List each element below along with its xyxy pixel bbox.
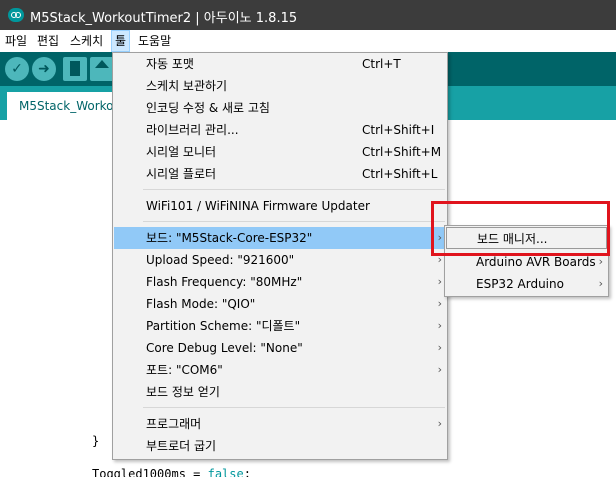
submenu-item-arduino-avr-boards[interactable]: Arduino AVR Boards › [446,251,607,273]
arrow-up-icon [95,60,109,68]
verify-button[interactable]: ✓ [5,57,29,81]
chevron-right-icon: › [437,297,442,310]
chevron-right-icon: › [598,255,603,268]
menu-item-core-debug-level[interactable]: Core Debug Level: "None" › [114,337,446,359]
menu-item-serial-plotter[interactable]: 시리얼 플로터 Ctrl+Shift+L [114,163,446,185]
menu-item-programmer[interactable]: 프로그래머 › [114,413,446,435]
window-title: M5Stack_WorkoutTimer2 | 아두이노 1.8.15 [30,11,298,26]
menu-item-port[interactable]: 포트: "COM6" › [114,359,446,381]
tools-menu: 자동 포맷 Ctrl+T 스케치 보관하기 인코딩 수정 & 새로 고침 라이브러… [112,52,448,460]
menu-file[interactable]: 파일 [2,30,30,52]
menu-help[interactable]: 도움말 [135,30,174,52]
submenu-item-boards-manager[interactable]: 보드 매니저... [446,227,607,249]
chevron-right-icon: › [437,275,442,288]
chevron-right-icon: › [437,231,442,244]
menu-tools[interactable]: 툴 [111,30,131,52]
document-icon [70,61,80,76]
menu-item-flash-mode[interactable]: Flash Mode: "QIO" › [114,293,446,315]
code-text: Toggled1000ms = [92,467,208,477]
chevron-right-icon: › [437,253,442,266]
menu-edit[interactable]: 편집 [34,30,62,52]
menu-item-auto-format[interactable]: 자동 포맷 Ctrl+T [114,53,446,75]
chevron-right-icon: › [437,341,442,354]
title-bar: M5Stack_WorkoutTimer2 | 아두이노 1.8.15 [0,0,616,30]
menu-item-wifi-firmware-updater[interactable]: WiFi101 / WiFiNINA Firmware Updater [114,195,446,217]
board-submenu: 보드 매니저... Arduino AVR Boards › ESP32 Ardu… [444,225,609,297]
code-semicolon: ; [243,467,251,477]
menu-item-board-info[interactable]: 보드 정보 얻기 [114,381,446,403]
chevron-right-icon: › [437,417,442,430]
menu-item-fix-encoding[interactable]: 인코딩 수정 & 새로 고침 [114,97,446,119]
menu-item-manage-libraries[interactable]: 라이브러리 관리... Ctrl+Shift+I [114,119,446,141]
chevron-right-icon: › [437,319,442,332]
menu-item-serial-monitor[interactable]: 시리얼 모니터 Ctrl+Shift+M [114,141,446,163]
chevron-right-icon: › [437,363,442,376]
menu-bar: 파일 편집 스케치 툴 도움말 [0,30,616,52]
code-keyword: false [207,467,244,477]
chevron-right-icon: › [598,277,603,290]
menu-item-flash-frequency[interactable]: Flash Frequency: "80MHz" › [114,271,446,293]
menu-item-burn-bootloader[interactable]: 부트로더 굽기 [114,435,446,457]
upload-button[interactable]: ➜ [32,57,56,81]
submenu-item-esp32-arduino[interactable]: ESP32 Arduino › [446,273,607,295]
menu-separator [143,189,445,190]
menu-item-archive-sketch[interactable]: 스케치 보관하기 [114,75,446,97]
code-line: Toggled1000ms = false; [92,467,251,477]
menu-separator [143,221,445,222]
tab-sketch[interactable]: M5Stack_WorkoutTimer2 [7,92,113,120]
open-sketch-button[interactable] [90,57,114,81]
menu-item-upload-speed[interactable]: Upload Speed: "921600" › [114,249,446,271]
menu-item-partition-scheme[interactable]: Partition Scheme: "디폴트" › [114,315,446,337]
new-sketch-button[interactable] [63,57,87,81]
arduino-logo-icon [8,8,24,22]
menu-sketch[interactable]: 스케치 [67,30,106,52]
code-brace: } [92,434,100,448]
menu-separator [143,407,445,408]
menu-item-board[interactable]: 보드: "M5Stack-Core-ESP32" › [114,227,446,249]
